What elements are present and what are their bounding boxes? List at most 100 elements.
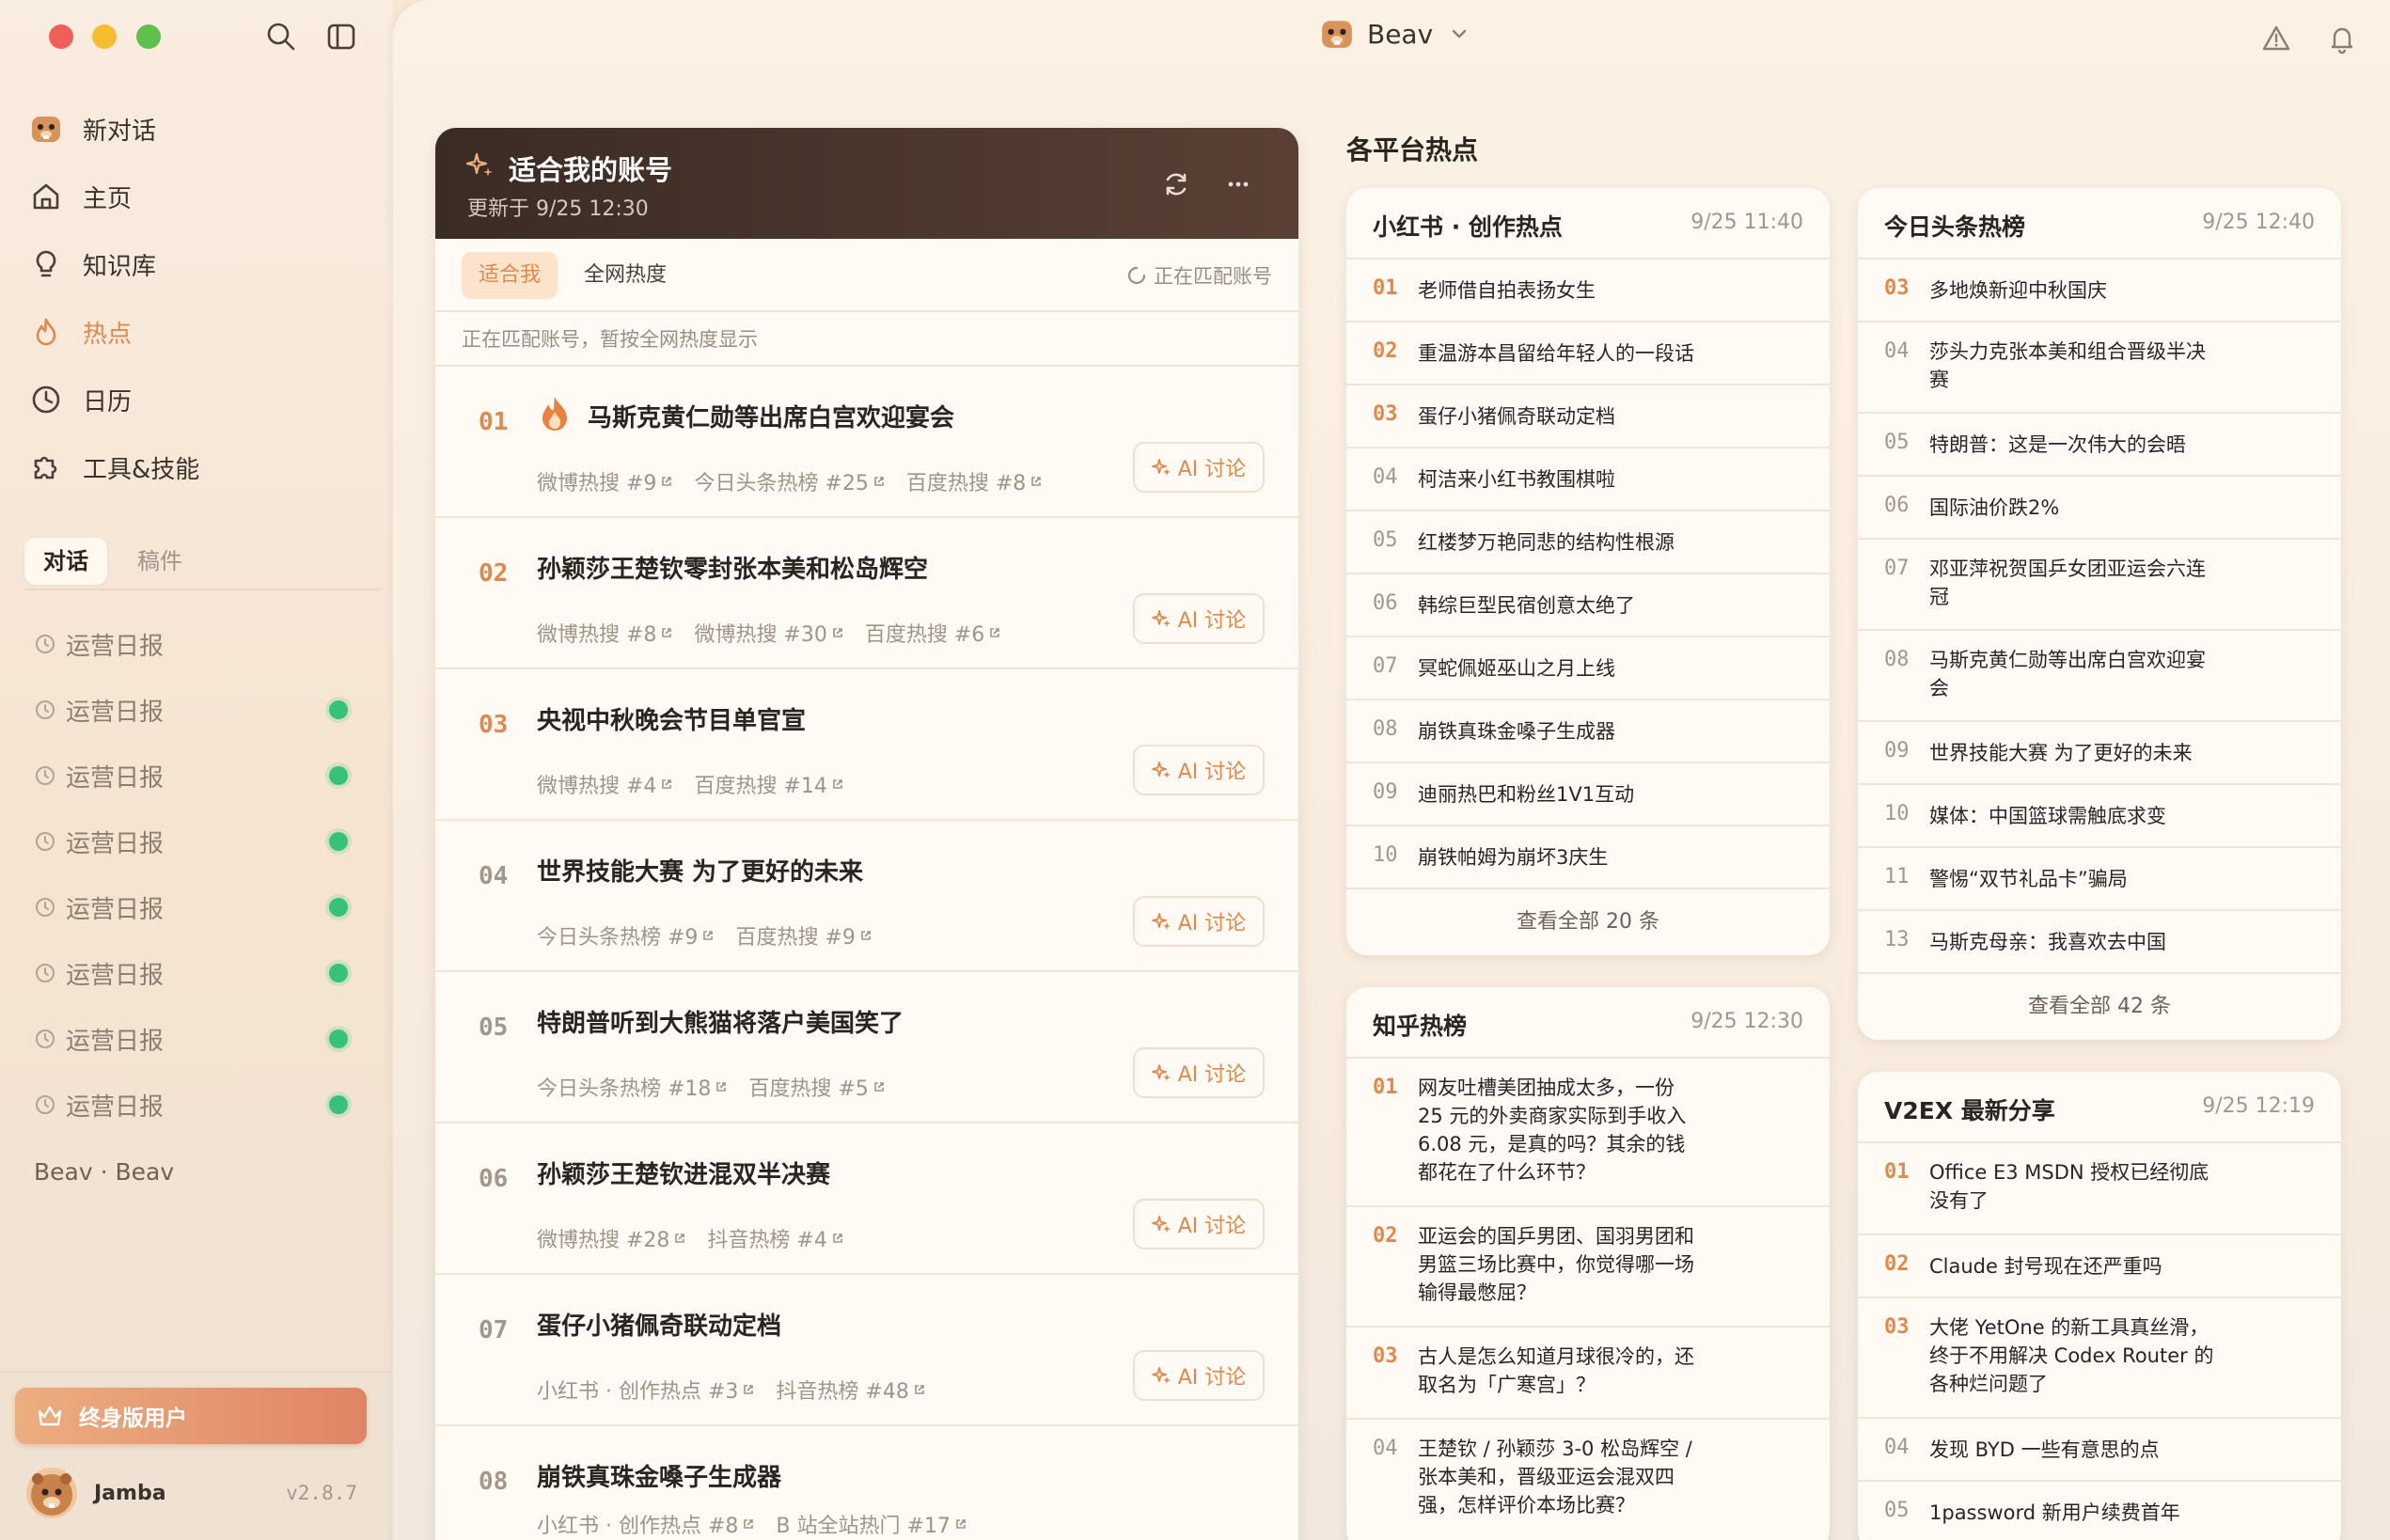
hot-topic-item[interactable]: 03 央视中秋晚会节目单官宣 微博热搜 #4 百度热搜 #14 AI 讨论	[435, 669, 1298, 821]
nav-home[interactable]: 主页	[28, 169, 385, 224]
platform-list-item[interactable]: 04 柯洁来小红书教围棋啦	[1346, 448, 1830, 511]
platform-list-item[interactable]: 06 国际油价跌2%	[1858, 477, 2341, 540]
source-link[interactable]: 今日头条热榜 #25	[694, 466, 885, 496]
nav-trending[interactable]: 热点	[28, 305, 385, 359]
bell-icon[interactable]	[2326, 23, 2358, 55]
platform-list-item[interactable]: 05 红楼梦万艳同悲的结构性根源	[1346, 511, 1830, 574]
ai-discuss-button[interactable]: AI 讨论	[1133, 1199, 1265, 1249]
workspace-label[interactable]: Beav · Beav	[34, 1158, 174, 1186]
platform-list-item[interactable]: 01 老师借自拍表扬女生	[1346, 259, 1830, 322]
history-item[interactable]: 运营日报	[34, 752, 354, 799]
close-window-button[interactable]	[49, 24, 73, 49]
hot-topic-item[interactable]: 04 世界技能大赛 为了更好的未来 今日头条热榜 #9 百度热搜 #9 AI 讨…	[435, 821, 1298, 972]
source-link[interactable]: 微博热搜 #9	[537, 466, 673, 496]
platform-list-item[interactable]: 07 冥蛇佩姬巫山之月上线	[1346, 637, 1830, 700]
ai-discuss-button[interactable]: AI 讨论	[1133, 896, 1265, 947]
user-profile[interactable]: Jamba v2.8.7	[26, 1467, 374, 1519]
platform-list-item[interactable]: 11 警惕“双节礼品卡”骗局	[1858, 848, 2341, 911]
platform-list-item[interactable]: 01 网友吐槽美团抽成太多，一份 25 元的外卖商家实际到手收入 6.08 元，…	[1346, 1059, 1830, 1207]
history-item[interactable]: 运营日报	[34, 621, 354, 668]
nav-calendar[interactable]: 日历	[28, 372, 385, 427]
clock-icon	[36, 700, 55, 719]
lifetime-member-badge[interactable]: 终身版用户	[15, 1388, 367, 1444]
source-link[interactable]: 小红书 · 创作热点 #3	[537, 1375, 755, 1405]
platform-updated-time: 9/25 12:19	[2202, 1094, 2315, 1118]
platform-list-item[interactable]: 03 大佬 YetOne 的新工具真丝滑， 终于不用解决 Codex Route…	[1858, 1298, 2341, 1419]
workspace-switcher[interactable]: Beav	[1320, 17, 1469, 51]
hot-topic-item[interactable]: 06 孙颖莎王楚钦进混双半决赛 微博热搜 #28 抖音热榜 #4 AI 讨论	[435, 1124, 1298, 1275]
filter-suits-me[interactable]: 适合我	[462, 252, 558, 299]
hot-topic-item[interactable]: 07 蛋仔小猪佩奇联动定档 小红书 · 创作热点 #3 抖音热榜 #48 AI …	[435, 1275, 1298, 1426]
platform-list-item[interactable]: 07 邓亚萍祝贺国乒女团亚运会六连冠	[1858, 540, 2341, 631]
platform-list-item[interactable]: 03 多地焕新迎中秋国庆	[1858, 259, 2341, 322]
platform-list-item[interactable]: 09 迪丽热巴和粉丝1V1互动	[1346, 763, 1830, 826]
source-link[interactable]: 百度热搜 #14	[694, 769, 843, 799]
ai-discuss-button[interactable]: AI 讨论	[1133, 1047, 1265, 1098]
hot-topic-item[interactable]: 01 马斯克黄仁勋等出席白宫欢迎宴会 微博热搜 #9 今日头条热榜 #25 百度…	[435, 367, 1298, 518]
minimize-window-button[interactable]	[92, 24, 117, 49]
platform-list-item[interactable]: 08 崩铁真珠金嗓子生成器	[1346, 700, 1830, 763]
ai-discuss-button[interactable]: AI 讨论	[1133, 442, 1265, 493]
platform-list-item[interactable]: 02 重温游本昌留给年轻人的一段话	[1346, 322, 1830, 385]
hot-topic-item[interactable]: 08 崩铁真珠金嗓子生成器 小红书 · 创作热点 #8 B 站全站热门 #17	[435, 1426, 1298, 1540]
hot-topic-item[interactable]: 02 孙颖莎王楚钦零封张本美和松岛辉空 微博热搜 #8 微博热搜 #30 百度热…	[435, 518, 1298, 669]
platform-list-item[interactable]: 04 王楚钦 / 孙颖莎 3-0 松岛辉空 / 张本美和，晋级亚运会混双四 强，…	[1346, 1420, 1830, 1540]
platform-list-item[interactable]: 10 崩铁帕姆为崩坏3庆生	[1346, 826, 1830, 889]
sidebar-toggle-icon[interactable]	[325, 21, 357, 53]
notice-text: 正在匹配账号，暂按全网热度显示	[435, 312, 1298, 367]
platform-list-item[interactable]: 10 媒体：中国篮球需触底求变	[1858, 785, 2341, 848]
source-link[interactable]: 百度热搜 #9	[735, 920, 872, 951]
platform-list-item[interactable]: 04 莎头力克张本美和组合晋级半决赛	[1858, 322, 2341, 414]
source-link[interactable]: 微博热搜 #28	[537, 1223, 686, 1253]
platform-list-item[interactable]: 02 亚运会的国乒男团、国羽男团和 男篮三场比赛中，你觉得哪一场 输得最憋屈？	[1346, 1207, 1830, 1328]
source-link[interactable]: 百度热搜 #6	[865, 618, 1001, 648]
refresh-icon[interactable]	[1159, 167, 1193, 201]
platform-list-item[interactable]: 02 Claude 封号现在还严重吗	[1858, 1235, 2341, 1298]
source-link[interactable]: 微博热搜 #4	[537, 769, 673, 799]
filter-global-heat[interactable]: 全网热度	[567, 252, 684, 299]
warning-icon[interactable]	[2260, 23, 2292, 55]
platform-list-item[interactable]: 03 蛋仔小猪佩奇联动定档	[1346, 385, 1830, 448]
ai-discuss-button[interactable]: AI 讨论	[1133, 745, 1265, 795]
history-item[interactable]: 运营日报	[34, 950, 354, 997]
source-link[interactable]: 微博热搜 #30	[694, 618, 843, 648]
platform-list-item[interactable]: 06 韩综巨型民宿创意太绝了	[1346, 574, 1830, 637]
hot-topic-item[interactable]: 05 特朗普听到大熊猫将落户美国笑了 今日头条热榜 #18 百度热搜 #5 AI…	[435, 972, 1298, 1124]
history-item[interactable]: 运营日报	[34, 818, 354, 865]
source-link[interactable]: 今日头条热榜 #9	[537, 920, 715, 951]
nav-tools-skills[interactable]: 工具&技能	[28, 440, 385, 495]
nav-new-chat[interactable]: 新对话	[28, 102, 385, 156]
source-link[interactable]: 百度热搜 #8	[906, 466, 1043, 496]
status-dot	[329, 700, 348, 719]
platform-list-item[interactable]: 03 古人是怎么知道月球很冷的，还 取名为「广寒宫」？	[1346, 1328, 1830, 1420]
tab-drafts[interactable]: 稿件	[118, 538, 201, 585]
source-link[interactable]: 抖音热榜 #48	[776, 1375, 925, 1405]
history-item[interactable]: 运营日报	[34, 1081, 354, 1128]
source-link[interactable]: B 站全站热门 #17	[776, 1509, 967, 1539]
zoom-window-button[interactable]	[136, 24, 161, 49]
platform-list-item[interactable]: 13 马斯克母亲：我喜欢去中国	[1858, 911, 2341, 974]
platform-list-item[interactable]: 08 马斯克黄仁勋等出席白宫欢迎宴会	[1858, 631, 2341, 722]
platform-list-item[interactable]: 05 1password 新用户续费首年	[1858, 1482, 2341, 1540]
source-link[interactable]: 抖音热榜 #4	[707, 1223, 843, 1253]
source-link[interactable]: 百度热搜 #5	[748, 1072, 885, 1102]
source-link[interactable]: 今日头条热榜 #18	[537, 1072, 728, 1102]
platform-list-item[interactable]: 09 世界技能大赛 为了更好的未来	[1858, 722, 2341, 785]
source-link[interactable]: 小红书 · 创作热点 #8	[537, 1509, 755, 1539]
nav-knowledge-base[interactable]: 知识库	[28, 237, 385, 291]
platform-list-item[interactable]: 05 特朗普：这是一次伟大的会晤	[1858, 414, 2341, 477]
platform-name: 知乎热榜	[1373, 1013, 1468, 1040]
view-all-link[interactable]: 查看全部 20 条	[1346, 889, 1830, 955]
history-item[interactable]: 运营日报	[34, 1015, 354, 1062]
ai-discuss-button[interactable]: AI 讨论	[1133, 1350, 1265, 1401]
platform-list-item[interactable]: 01 Office E3 MSDN 授权已经彻底 没有了	[1858, 1143, 2341, 1235]
source-link[interactable]: 微博热搜 #8	[537, 618, 673, 648]
platform-list-item[interactable]: 04 发现 BYD 一些有意思的点	[1858, 1419, 2341, 1482]
search-icon[interactable]	[265, 21, 297, 53]
history-item[interactable]: 运营日报	[34, 686, 354, 733]
view-all-link[interactable]: 查看全部 42 条	[1858, 974, 2341, 1040]
tab-chats[interactable]: 对话	[24, 538, 107, 585]
history-item[interactable]: 运营日报	[34, 884, 354, 931]
more-icon[interactable]	[1221, 167, 1255, 201]
ai-discuss-button[interactable]: AI 讨论	[1133, 593, 1265, 644]
